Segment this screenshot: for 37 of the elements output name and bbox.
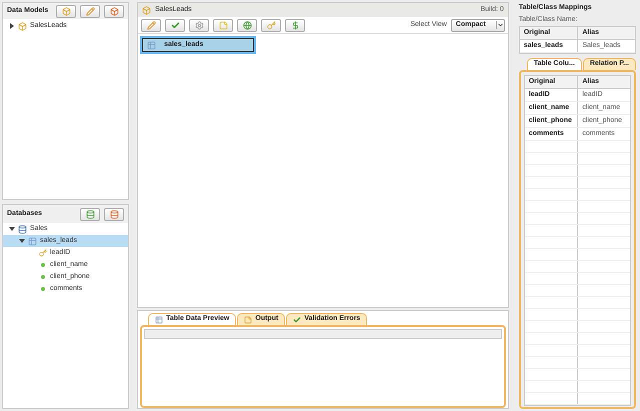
key-button[interactable]: [261, 18, 282, 32]
expanded-arrow-icon[interactable]: [9, 226, 15, 232]
dollar-icon: [290, 20, 300, 30]
pencil-icon: [146, 20, 156, 30]
pencil-button[interactable]: [141, 18, 162, 32]
note-icon: [218, 20, 228, 30]
dollar-button[interactable]: [285, 18, 306, 32]
note-icon: [244, 316, 252, 324]
table-icon: [155, 316, 164, 324]
cube-icon: [110, 6, 119, 16]
pencil-icon: [86, 6, 95, 16]
database-icon: [18, 224, 27, 234]
cube-icon: [142, 6, 152, 14]
globe-icon: [242, 20, 252, 30]
cube-icon: [18, 22, 27, 30]
add-model-button[interactable]: [56, 4, 76, 18]
table-icon: [28, 236, 37, 246]
delete-model-button[interactable]: [104, 4, 124, 18]
edit-model-button[interactable]: [80, 4, 100, 18]
table-icon: [147, 40, 156, 50]
caret-icon: [496, 21, 504, 29]
add-database-button[interactable]: [80, 208, 100, 220]
settings-button[interactable]: [189, 18, 210, 32]
globe-button[interactable]: [237, 18, 258, 32]
key-icon: [266, 20, 276, 30]
note-button[interactable]: [213, 18, 234, 32]
check-button[interactable]: [165, 18, 186, 32]
check-icon: [293, 316, 302, 324]
collapsed-arrow-icon[interactable]: [9, 23, 15, 29]
database-icon: [86, 210, 95, 218]
check-icon: [170, 20, 180, 30]
key-icon: [39, 249, 47, 257]
delete-database-button[interactable]: [104, 208, 124, 220]
database-icon: [110, 210, 119, 218]
cube-icon: [62, 6, 71, 16]
expanded-arrow-icon[interactable]: [19, 238, 25, 244]
settings-icon: [194, 20, 204, 30]
